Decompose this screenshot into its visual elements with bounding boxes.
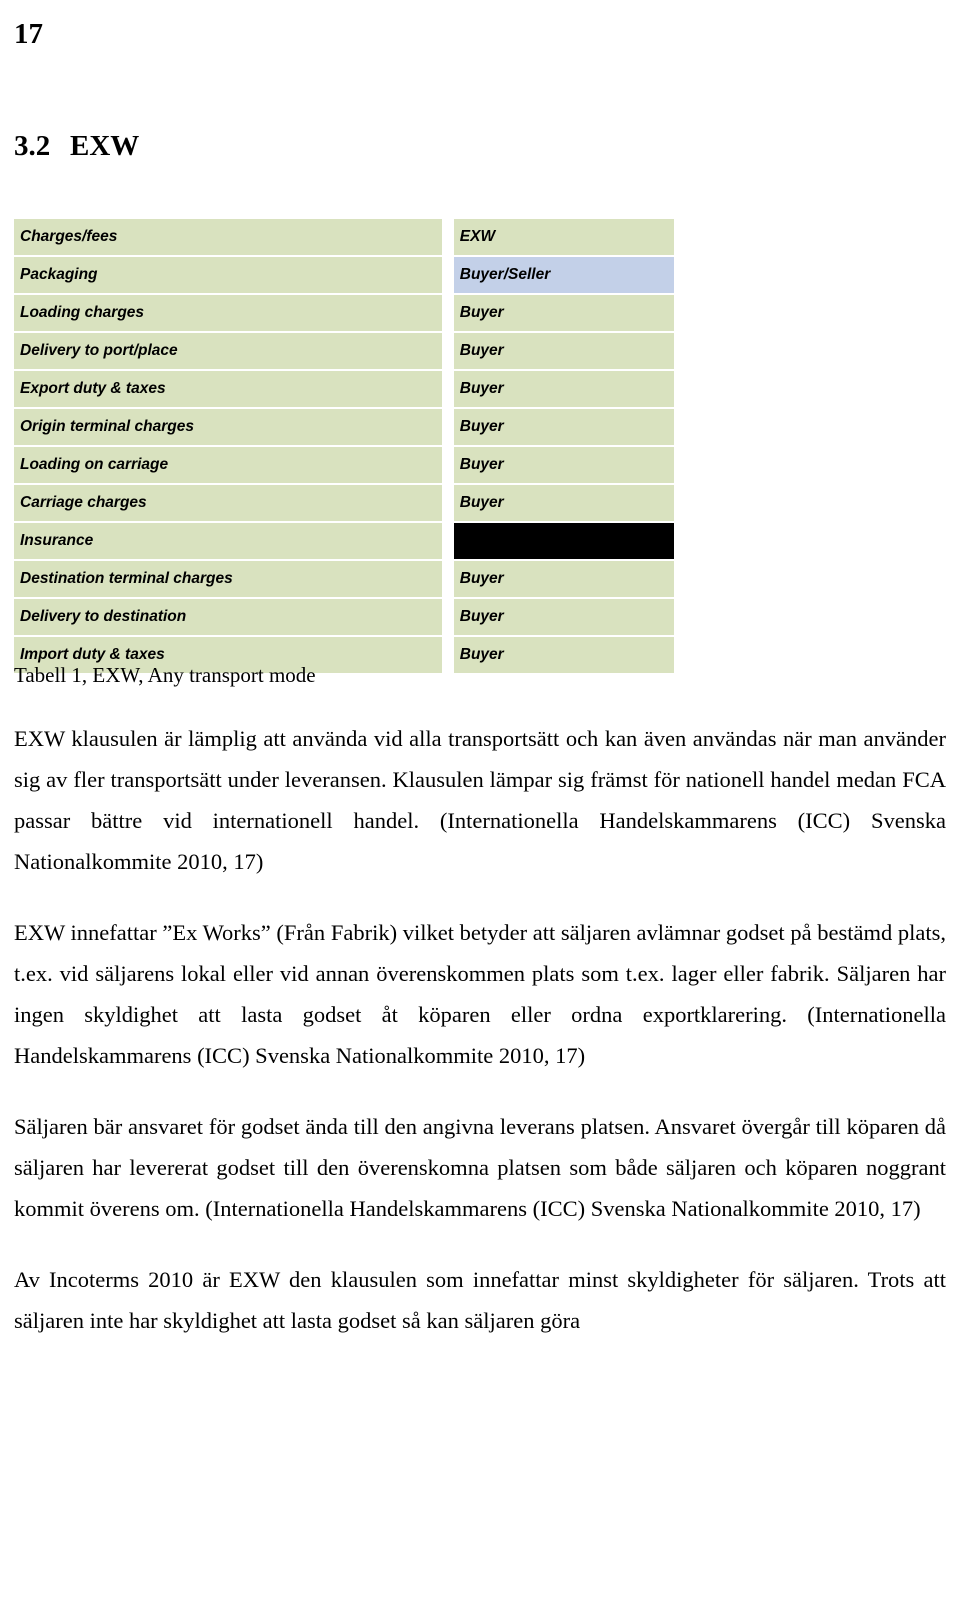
table-row: Export duty & taxes Buyer <box>14 370 674 409</box>
table-cell-value <box>441 522 674 561</box>
table-row: Delivery to port/place Buyer <box>14 332 674 371</box>
section-title: EXW <box>70 130 140 162</box>
table-row: Insurance <box>14 522 674 561</box>
section-heading: 3.2 EXW <box>14 130 139 163</box>
table-row: Loading charges Buyer <box>14 294 674 333</box>
paragraph: EXW klausulen är lämplig att använda vid… <box>14 726 946 874</box>
table-cell-value: Buyer <box>441 294 674 333</box>
table-caption: Tabell 1, EXW, Any transport mode <box>14 663 316 687</box>
page-number: 17 <box>14 18 43 50</box>
table-cell-label: Loading on carriage <box>14 446 448 485</box>
table-cell-value: Buyer <box>441 332 674 371</box>
table-cell-value: Buyer <box>441 598 674 637</box>
table-cell-value: Buyer <box>441 484 674 523</box>
table-row: Loading on carriage Buyer <box>14 446 674 485</box>
table-row: Packaging Buyer/Seller <box>14 256 674 295</box>
table-cell-value: Buyer <box>441 446 674 485</box>
table-cell-label: Charges/fees <box>14 219 448 257</box>
table-cell-label: Origin terminal charges <box>14 408 448 447</box>
incoterm-table-wrapper: Charges/fees EXW Packaging Buyer/Seller … <box>14 219 674 673</box>
paragraph: EXW innefattar ”Ex Works” (Från Fabrik) … <box>14 920 946 1068</box>
section-number: 3.2 <box>14 130 51 162</box>
table-cell-value: Buyer <box>441 408 674 447</box>
table-cell-value: Buyer/Seller <box>441 256 674 295</box>
table-cell-value: EXW <box>441 219 674 257</box>
table-row: Origin terminal charges Buyer <box>14 408 674 447</box>
paragraph: Säljaren bär ansvaret för godset ända ti… <box>14 1114 946 1221</box>
incoterm-table: Charges/fees EXW Packaging Buyer/Seller … <box>14 219 674 673</box>
table-row: Delivery to destination Buyer <box>14 598 674 637</box>
table-cell-label: Carriage charges <box>14 484 448 523</box>
table-cell-label: Loading charges <box>14 294 448 333</box>
table-cell-label: Delivery to destination <box>14 598 448 637</box>
table-cell-value: Buyer <box>441 560 674 599</box>
table-cell-label: Packaging <box>14 256 448 295</box>
paragraph: Av Incoterms 2010 är EXW den klausulen s… <box>14 1267 946 1333</box>
table-cell-label: Export duty & taxes <box>14 370 448 409</box>
document-page: 17 3.2 EXW Charges/fees EXW Packaging Buy… <box>0 0 960 1614</box>
table-row: Carriage charges Buyer <box>14 484 674 523</box>
table-cell-label: Destination terminal charges <box>14 560 448 599</box>
table-cell-value: Buyer <box>441 636 674 673</box>
body-text: EXW klausulen är lämplig att använda vid… <box>14 718 946 1341</box>
table-row: Charges/fees EXW <box>14 219 674 257</box>
table-row: Destination terminal charges Buyer <box>14 560 674 599</box>
table-cell-label: Insurance <box>14 522 448 561</box>
table-cell-value: Buyer <box>441 370 674 409</box>
table-cell-label: Delivery to port/place <box>14 332 448 371</box>
incoterm-table-body: Charges/fees EXW Packaging Buyer/Seller … <box>14 219 674 673</box>
